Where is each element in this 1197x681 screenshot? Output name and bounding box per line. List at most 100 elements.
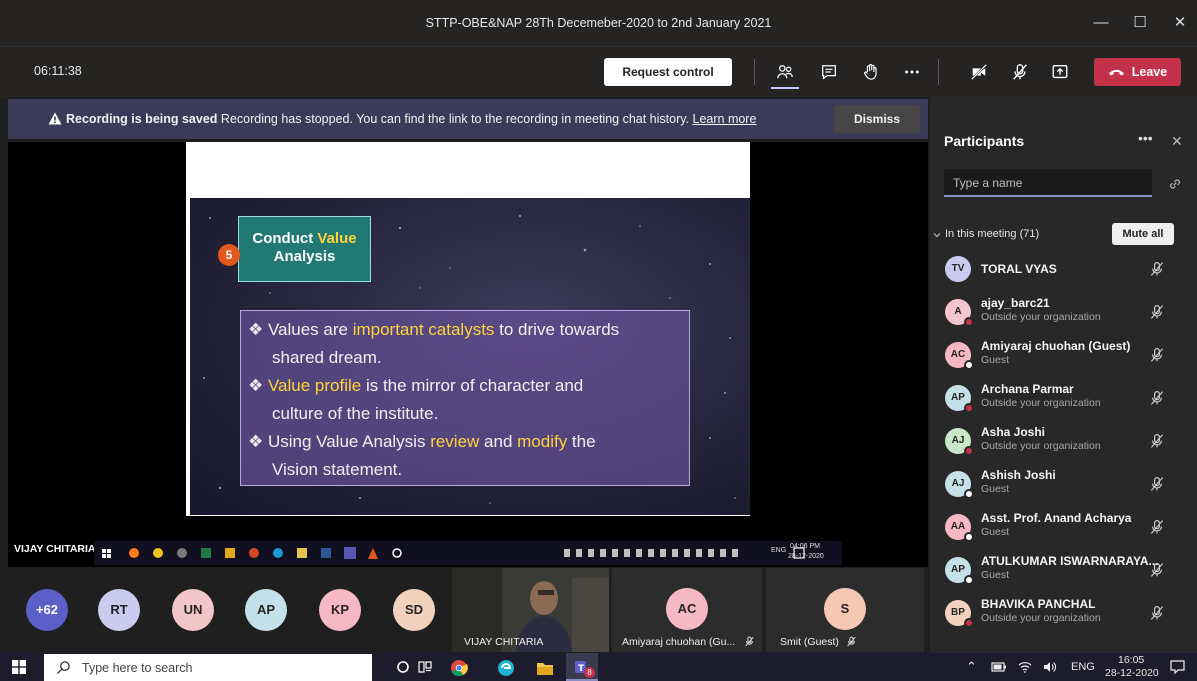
participant-avatar[interactable]: RT bbox=[98, 589, 140, 631]
presentation-slide: Conduct Value Analysis 5 ❖ Values are im… bbox=[190, 198, 750, 515]
participant-row[interactable]: BP BHAVIKA PANCHAL Outside your organizati… bbox=[930, 594, 1197, 636]
presence-status-icon bbox=[964, 618, 974, 628]
participant-row[interactable]: AA Asst. Prof. Anand Acharya Guest bbox=[930, 508, 1197, 550]
mic-off-icon[interactable] bbox=[1149, 433, 1165, 449]
participant-tile[interactable]: AC Amiyaraj chuohan (Gu... bbox=[612, 568, 762, 652]
teams-meeting-window: STTP-OBE&NAP 28Th Decemeber-2020 to 2nd … bbox=[0, 0, 1197, 681]
participant-avatar: TV bbox=[945, 256, 971, 282]
participant-avatar[interactable]: AP bbox=[245, 589, 287, 631]
taskbar-search-placeholder: Type here to search bbox=[82, 660, 193, 675]
tray-overflow-chevron[interactable]: ⌃ bbox=[966, 659, 977, 675]
file-explorer-icon[interactable] bbox=[536, 660, 554, 676]
mic-toggle-button[interactable] bbox=[1006, 59, 1034, 85]
participant-tile[interactable]: S Smit (Guest) bbox=[766, 568, 924, 652]
battery-icon[interactable] bbox=[991, 661, 1007, 673]
panel-more-button[interactable]: ••• bbox=[1138, 130, 1153, 146]
people-icon bbox=[777, 65, 793, 79]
slide-bullet-3: ❖ Using Value Analysis review and modify… bbox=[248, 432, 596, 451]
wifi-icon[interactable] bbox=[1018, 661, 1032, 673]
in-meeting-count: In this meeting (71) bbox=[945, 228, 1040, 240]
camera-toggle-button[interactable] bbox=[965, 59, 993, 85]
slide-heading-line2: Analysis bbox=[273, 248, 336, 265]
teams-app-button[interactable]: T 8 bbox=[566, 653, 598, 681]
share-invite-icon[interactable] bbox=[1168, 177, 1182, 191]
participant-name: ajay_barc21 bbox=[981, 296, 1050, 310]
participant-row[interactable]: AC Amiyaraj chuohan (Guest) Guest bbox=[930, 336, 1197, 378]
mic-off-icon[interactable] bbox=[1149, 519, 1165, 535]
participant-row[interactable]: AP ATULKUMAR ISWARNARAYA... Guest bbox=[930, 551, 1197, 593]
language-indicator[interactable]: ENG bbox=[1071, 661, 1095, 673]
request-control-button[interactable]: Request control bbox=[604, 58, 732, 86]
participant-row[interactable]: TV TORAL VYAS bbox=[930, 250, 1197, 292]
mic-off-icon[interactable] bbox=[1149, 605, 1165, 621]
maximize-button[interactable]: ☐ bbox=[1125, 10, 1155, 36]
share-tray-button[interactable] bbox=[1046, 59, 1074, 85]
mic-off-icon[interactable] bbox=[1149, 261, 1165, 277]
mic-off-icon[interactable] bbox=[1149, 390, 1165, 406]
participant-row[interactable]: AJ Ashish Joshi Guest bbox=[930, 465, 1197, 507]
participant-search-input[interactable]: Type a name bbox=[944, 169, 1152, 197]
participant-row[interactable]: AJ Asha Joshi Outside your organization bbox=[930, 422, 1197, 464]
close-panel-button[interactable]: ✕ bbox=[1171, 133, 1183, 150]
chrome-app-icon[interactable] bbox=[450, 659, 468, 677]
cortana-icon[interactable] bbox=[396, 660, 410, 674]
close-window-button[interactable]: ✕ bbox=[1165, 10, 1195, 36]
taskbar-search-input[interactable]: Type here to search bbox=[44, 654, 372, 681]
presence-status-icon bbox=[964, 360, 974, 370]
more-icon bbox=[905, 70, 919, 74]
minimize-button[interactable]: — bbox=[1086, 10, 1116, 36]
mic-off-icon[interactable] bbox=[1149, 304, 1165, 320]
participant-role: Outside your organization bbox=[981, 612, 1101, 624]
raise-hand-button[interactable] bbox=[857, 59, 885, 85]
clock-date[interactable]: 28-12-2020 bbox=[1105, 667, 1159, 679]
participant-name: TORAL VYAS bbox=[981, 262, 1057, 276]
dismiss-button[interactable]: Dismiss bbox=[834, 105, 920, 133]
active-tab-indicator bbox=[771, 87, 799, 89]
participant-role: Outside your organization bbox=[981, 397, 1101, 409]
mic-off-icon[interactable] bbox=[1149, 562, 1165, 578]
windows-start-icon[interactable] bbox=[12, 660, 26, 674]
slide-bullet-2-cont: culture of the institute. bbox=[272, 404, 439, 423]
banner-title: Recording is being saved bbox=[66, 112, 218, 126]
participant-avatar[interactable]: KP bbox=[319, 589, 361, 631]
teams-notification-badge: 8 bbox=[584, 667, 595, 678]
learn-more-link[interactable]: Learn more bbox=[693, 112, 757, 126]
notification-center-icon[interactable] bbox=[1170, 660, 1185, 674]
participant-name: Amiyaraj chuohan (Guest) bbox=[981, 339, 1131, 353]
slide-step-number: 5 bbox=[218, 244, 240, 266]
leave-button[interactable]: Leave bbox=[1094, 58, 1181, 86]
participant-row[interactable]: Aajay_barc21 Outside your organization bbox=[930, 293, 1197, 335]
more-participants-badge[interactable]: +62 bbox=[26, 589, 68, 631]
banner-text: Recording has stopped. You can find the … bbox=[217, 112, 693, 126]
window-title: STTP-OBE&NAP 28Th Decemeber-2020 to 2nd … bbox=[425, 16, 772, 30]
slide-heading-box: Conduct Value Analysis bbox=[238, 216, 371, 282]
participant-avatar[interactable]: SD bbox=[393, 589, 435, 631]
clock-time[interactable]: 16:05 bbox=[1118, 654, 1144, 666]
task-view-icon[interactable] bbox=[418, 660, 432, 674]
edge-app-icon[interactable] bbox=[497, 659, 515, 677]
windows-taskbar: Type here to search T 8 ⌃ ENG 16:05 28-1… bbox=[0, 653, 1197, 681]
participant-avatar[interactable]: UN bbox=[172, 589, 214, 631]
participant-name: Archana Parmar bbox=[981, 382, 1074, 396]
slide-bullet-3-cont: Vision statement. bbox=[272, 460, 403, 479]
show-conversation-button[interactable] bbox=[815, 59, 843, 85]
presenter-video-tile[interactable]: VIJAY CHITARIA bbox=[452, 568, 609, 652]
participant-role: Guest bbox=[981, 483, 1010, 495]
mic-off-icon[interactable] bbox=[1149, 347, 1165, 363]
presenter-name: VIJAY CHITARIA bbox=[14, 543, 96, 555]
show-participants-button[interactable] bbox=[771, 59, 799, 85]
volume-icon[interactable] bbox=[1043, 661, 1057, 673]
participant-name: Ashish Joshi bbox=[981, 468, 1056, 482]
presenter-clock-date: 28-12-2020 bbox=[788, 553, 824, 560]
more-actions-button[interactable] bbox=[898, 59, 926, 85]
toolbar-divider bbox=[938, 59, 939, 85]
participant-role: Outside your organization bbox=[981, 311, 1101, 323]
participant-name: ATULKUMAR ISWARNARAYA... bbox=[981, 554, 1159, 568]
chevron-down-icon[interactable] bbox=[933, 231, 941, 239]
slide-bullet-1: ❖ Values are important catalysts to driv… bbox=[248, 320, 620, 339]
mic-off-icon[interactable] bbox=[1149, 476, 1165, 492]
mute-all-button[interactable]: Mute all bbox=[1112, 223, 1174, 245]
participant-role: Guest bbox=[981, 526, 1010, 538]
participant-row[interactable]: AP Archana Parmar Outside your organizatio… bbox=[930, 379, 1197, 421]
window-title-bar: STTP-OBE&NAP 28Th Decemeber-2020 to 2nd … bbox=[0, 0, 1197, 47]
